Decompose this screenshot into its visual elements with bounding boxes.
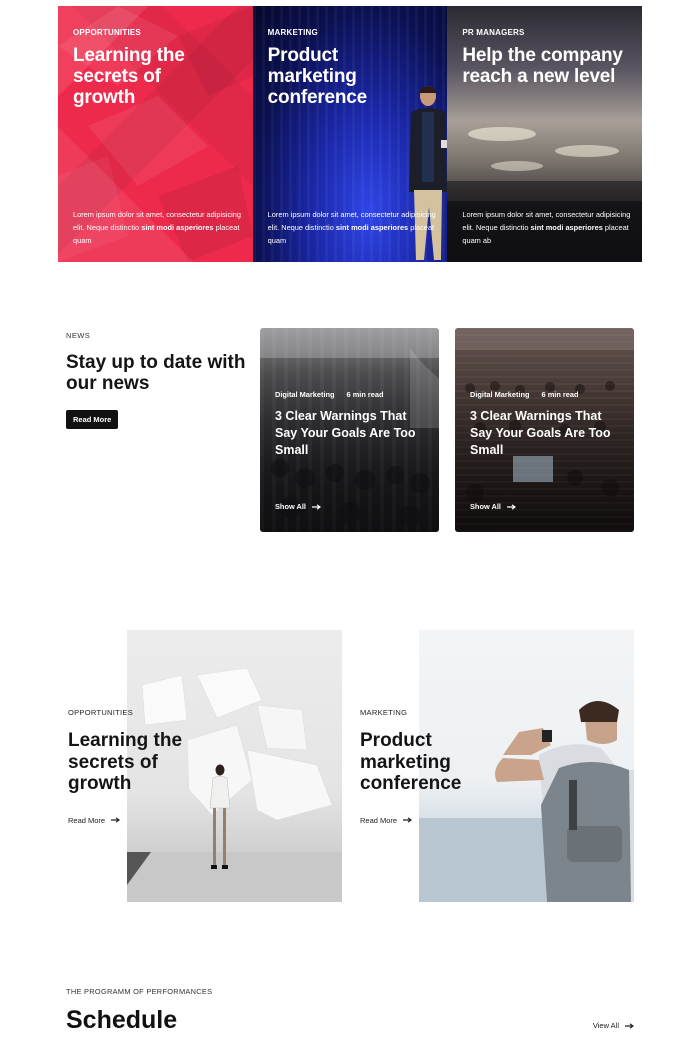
show-all-label: Show All: [275, 502, 306, 511]
feature-title: Product marketing conference: [360, 730, 462, 794]
hero-card-opportunities[interactable]: OPPORTUNITIES Learning the secrets of gr…: [58, 6, 253, 262]
read-more-label: Read More: [68, 815, 106, 825]
news-card-title[interactable]: 3 Clear Warnings That Say Your Goals Are…: [275, 408, 427, 459]
hero-kicker: OPPORTUNITIES: [73, 28, 141, 37]
news-kicker: NEWS: [66, 331, 91, 340]
news-heading: Stay up to date with our news: [66, 352, 246, 394]
view-all-label: View All: [592, 1021, 619, 1030]
arrow-right-icon: [506, 503, 516, 510]
arrow-right-icon: [403, 817, 413, 823]
feature-kicker: MARKETING: [360, 708, 408, 717]
arrow-right-icon: [625, 1022, 634, 1029]
read-more-button[interactable]: Read More: [66, 410, 119, 429]
hero-description-bold: sint modi asperiores: [335, 223, 409, 232]
news-card-meta: Digital Marketing 6 min read: [275, 390, 384, 399]
view-all-link[interactable]: View All: [593, 1021, 634, 1030]
hero-kicker: PR MANAGERS: [462, 28, 525, 37]
arrow-right-icon: [111, 817, 121, 823]
hero-kicker: MARKETING: [267, 28, 318, 37]
feature-text-opportunities: OPPORTUNITIES Learning the secrets of gr…: [68, 708, 238, 825]
hero-title: Learning the secrets of growth: [73, 45, 185, 108]
news-card-meta: Digital Marketing 6 min read: [470, 390, 579, 399]
show-all-link[interactable]: Show All: [275, 502, 321, 511]
schedule-kicker: THE PROGRAMM OF PERFORMANCES: [66, 987, 213, 996]
hero-description: Lorem ipsum dolor sit amet, consectetur …: [268, 208, 438, 247]
read-more-label: Read More: [360, 815, 398, 825]
news-card-read-time: 6 min read: [346, 390, 384, 399]
hero-title: Product marketing conference: [267, 45, 368, 108]
news-card-category[interactable]: Digital Marketing: [470, 390, 530, 399]
hero-description: Lorem ipsum dolor sit amet, consectetur …: [73, 208, 243, 247]
news-card[interactable]: Digital Marketing 6 min read 3 Clear War…: [455, 328, 634, 532]
arrow-right-icon: [311, 503, 321, 510]
hero-title: Help the company reach a new level: [462, 45, 623, 87]
news-card-category[interactable]: Digital Marketing: [275, 390, 335, 399]
feature-text-marketing: MARKETING Product marketing conference R…: [360, 708, 530, 825]
hero-card-pr-managers[interactable]: PR MANAGERS Help the company reach a new…: [447, 6, 643, 262]
read-more-link[interactable]: Read More: [68, 816, 238, 825]
feature-kicker: OPPORTUNITIES: [68, 708, 134, 717]
hero-description-bold: sint modi asperiores: [141, 223, 214, 232]
read-more-link[interactable]: Read More: [360, 816, 530, 825]
hero-description-bold: sint modi asperiores: [530, 223, 603, 232]
hero-card-marketing[interactable]: MARKETING Product marketing conference L…: [252, 6, 448, 262]
schedule-heading: Schedule: [66, 1006, 178, 1034]
show-all-label: Show All: [470, 502, 501, 511]
feature-title: Learning the secrets of growth: [68, 730, 183, 794]
show-all-link[interactable]: Show All: [470, 502, 516, 511]
news-card[interactable]: Digital Marketing 6 min read 3 Clear War…: [260, 328, 439, 532]
hero-cards: OPPORTUNITIES Learning the secrets of gr…: [58, 6, 643, 262]
news-card-title[interactable]: 3 Clear Warnings That Say Your Goals Are…: [470, 408, 622, 459]
news-card-read-time: 6 min read: [541, 390, 579, 399]
hero-description: Lorem ipsum dolor sit amet, consectetur …: [462, 208, 632, 247]
